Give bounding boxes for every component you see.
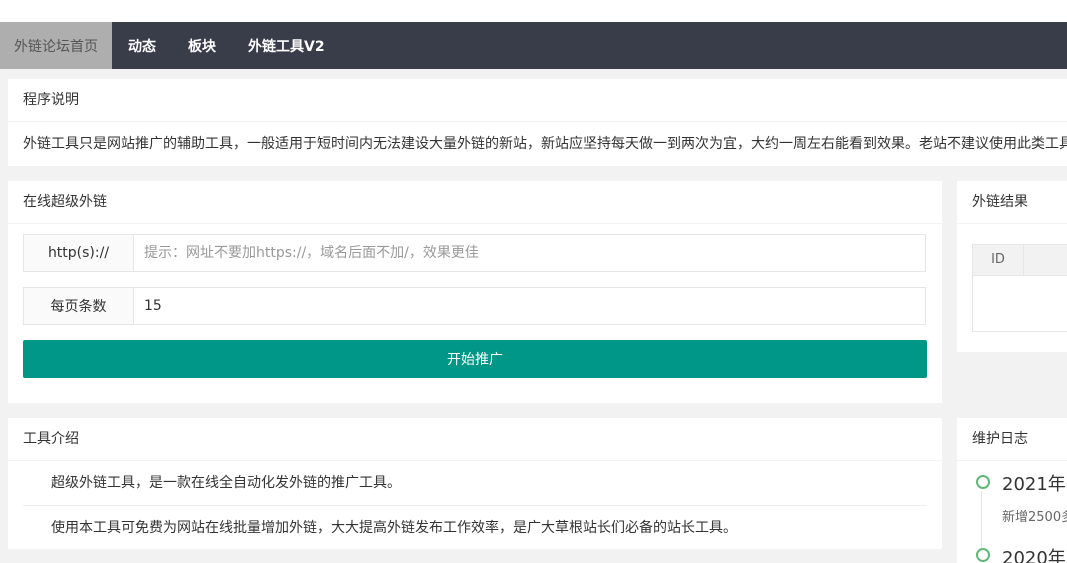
timeline-line [981,491,982,549]
online-link-card: 在线超级外链 http(s):// 每页条数 开始推广 [8,181,942,403]
start-promotion-button[interactable]: 开始推广 [23,340,927,378]
link-result-card: 外链结果 ID [957,181,1067,352]
nav-item-activity[interactable]: 动态 [112,22,172,69]
tool-intro-title: 工具介绍 [8,418,942,461]
maintenance-log-card: 维护日志 2021年0 新增2500多 2020年1 [957,418,1067,563]
timeline-dot-icon [976,475,990,489]
nav-item-link-tool-v2[interactable]: 外链工具V2 [232,22,341,69]
top-strip [0,0,1067,22]
per-page-label: 每页条数 [24,288,134,324]
url-row: http(s):// [23,234,926,272]
timeline-dot-icon [976,548,990,562]
top-nav: 外链论坛首页 动态 板块 外链工具V2 [0,22,1067,69]
link-result-title: 外链结果 [957,181,1067,224]
url-input[interactable] [134,235,925,271]
program-intro-title: 程序说明 [8,79,1067,122]
result-table-header: ID [973,245,1067,276]
program-intro-card: 程序说明 外链工具只是网站推广的辅助工具，一般适用于短时间内无法建设大量外链的新… [8,79,1067,166]
result-col-id: ID [973,245,1024,275]
log-entry-desc: 新增2500多 [1002,510,1067,525]
url-label: http(s):// [24,235,134,271]
nav-item-forum-home[interactable]: 外链论坛首页 [0,22,112,69]
log-entry-date: 2020年1 [1002,548,1067,563]
tool-intro-item: 超级外链工具，是一款在线全自动化发外链的推广工具。 [51,475,401,491]
result-table: ID [972,244,1067,332]
maintenance-log-title: 维护日志 [957,418,1067,461]
program-intro-text: 外链工具只是网站推广的辅助工具，一般适用于短时间内无法建设大量外链的新站，新站应… [23,136,1067,152]
online-link-title: 在线超级外链 [8,181,942,224]
per-page-row: 每页条数 [23,287,926,325]
nav-item-sections[interactable]: 板块 [172,22,232,69]
tool-intro-item: 使用本工具可免费为网站在线批量增加外链，大大提高外链发布工作效率，是广大草根站长… [23,505,927,549]
tool-intro-card: 工具介绍 超级外链工具，是一款在线全自动化发外链的推广工具。 使用本工具可免费为… [8,418,942,549]
per-page-input[interactable] [134,288,925,324]
log-entry-date: 2021年0 [1002,474,1067,495]
